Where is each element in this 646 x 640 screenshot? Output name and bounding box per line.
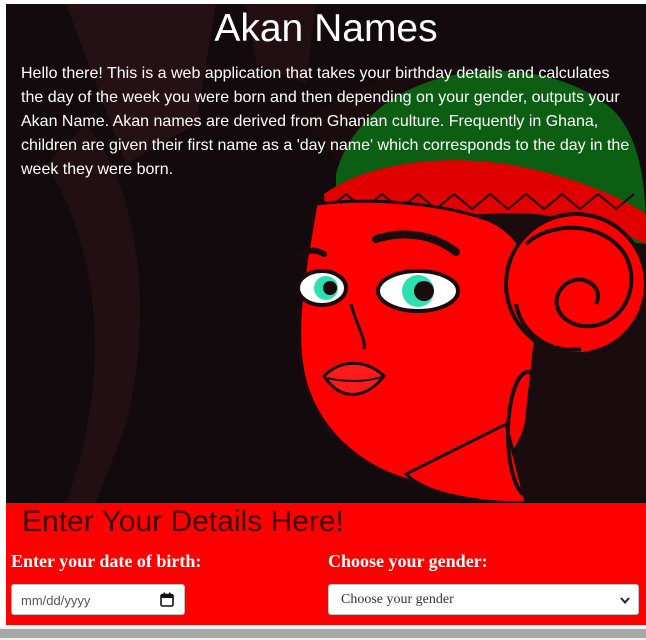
- scrollbar-thumb[interactable]: [0, 629, 646, 638]
- details-form: Enter Your Details Here! Enter your date…: [6, 503, 646, 625]
- hero-section: Akan Names Hello there! This is a web ap…: [6, 4, 646, 503]
- page-title: Akan Names: [214, 7, 438, 50]
- intro-paragraph: Hello there! This is a web application t…: [21, 65, 630, 178]
- gender-label: Choose your gender:: [328, 551, 488, 571]
- date-placeholder: mm/dd/yyyy: [21, 593, 91, 608]
- dob-label: Enter your date of birth:: [11, 551, 202, 571]
- chevron-down-icon: [620, 597, 630, 605]
- gender-selected-value: Choose your gender: [341, 592, 454, 607]
- gender-select[interactable]: Choose your gender: [328, 584, 639, 615]
- date-of-birth-input[interactable]: mm/dd/yyyy: [11, 584, 185, 615]
- calendar-icon[interactable]: [160, 592, 174, 607]
- horizontal-scrollbar[interactable]: [0, 627, 646, 640]
- form-heading: Enter Your Details Here!: [22, 505, 344, 538]
